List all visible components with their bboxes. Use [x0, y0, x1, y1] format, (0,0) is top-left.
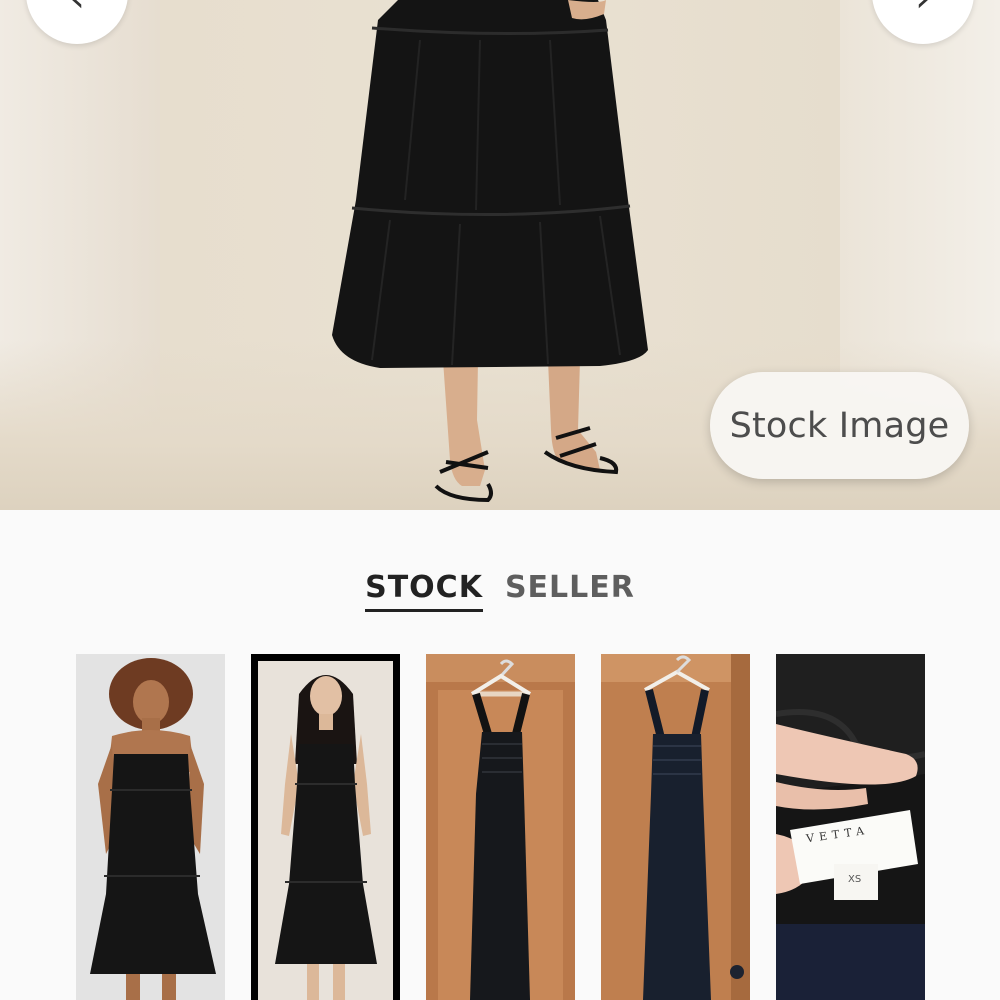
chevron-left-icon: ‹: [69, 0, 85, 18]
tab-stock[interactable]: STOCK: [365, 570, 483, 612]
hero-product-image[interactable]: ‹ › Stock Image: [0, 0, 1000, 510]
thumbnail-dress-on-hanger-1[interactable]: [426, 654, 575, 1000]
tab-seller[interactable]: SELLER: [505, 570, 635, 612]
thumbnail-strip: [76, 654, 926, 1000]
chevron-right-icon: ›: [915, 0, 931, 18]
image-source-tabs: STOCK SELLER: [0, 570, 1000, 612]
stock-image-badge-label: Stock Image: [729, 405, 950, 446]
stock-image-badge: Stock Image: [710, 372, 969, 479]
label-size-text: XS: [848, 874, 862, 885]
thumbnail-dress-on-hanger-2[interactable]: [601, 654, 750, 1000]
thumbnail-model-curly-hair[interactable]: [76, 654, 225, 1000]
thumbnail-model-long-hair[interactable]: [251, 654, 400, 1000]
